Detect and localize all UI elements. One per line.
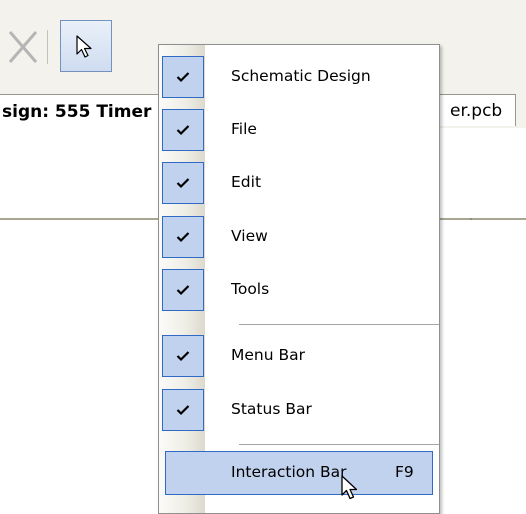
tab-schematic-label: sign: 555 Timer: [2, 102, 152, 122]
menu-item-label: Interaction Bar: [231, 463, 347, 481]
checkmark-icon: [176, 285, 190, 296]
check-box: [162, 162, 204, 204]
menu-item-label: Menu Bar: [231, 346, 305, 364]
pointer-select-icon: [76, 35, 92, 58]
shortcut-label: F9: [395, 463, 414, 481]
tab-pcb-label: er.pcb: [450, 101, 503, 121]
menu-item-status-bar[interactable]: Status Bar: [159, 386, 439, 434]
menu-item-label: File: [231, 120, 257, 138]
menu-item-view[interactable]: View: [159, 213, 439, 261]
menu-separator: [239, 324, 439, 325]
check-box: [162, 389, 204, 431]
menu-item-label: Schematic Design: [231, 67, 371, 85]
menu-item-label: Tools: [231, 280, 270, 298]
checkmark-icon: [176, 405, 190, 416]
check-box: [162, 56, 204, 98]
menu-item-file[interactable]: File: [159, 106, 439, 154]
tab-schematic-document[interactable]: sign: 555 Timer: [0, 94, 170, 128]
menu-separator: [239, 444, 439, 445]
menu-item-label: Status Bar: [231, 400, 312, 418]
menu-item-schematic-design[interactable]: Schematic Design: [159, 53, 439, 101]
toolbars-context-menu: Schematic Design File Edit View Tools Me…: [158, 44, 440, 514]
menu-item-edit[interactable]: Edit: [159, 159, 439, 207]
menu-item-label: View: [231, 227, 268, 245]
check-box: [162, 335, 204, 377]
checkmark-icon: [176, 232, 190, 243]
canvas-dot: [470, 218, 472, 220]
menu-item-interaction-bar[interactable]: Interaction Bar F9: [165, 451, 433, 495]
delete-x-icon[interactable]: [4, 26, 40, 66]
checkmark-icon: [176, 351, 190, 362]
checkmark-icon: [176, 178, 190, 189]
checkmark-icon: [176, 72, 190, 83]
menu-item-menu-bar[interactable]: Menu Bar: [159, 332, 439, 380]
check-box: [162, 109, 204, 151]
check-box: [162, 216, 204, 258]
menu-item-label: Edit: [231, 173, 262, 191]
pointer-select-button[interactable]: [60, 20, 112, 72]
checkmark-icon: [176, 125, 190, 136]
menu-item-tools[interactable]: Tools: [159, 266, 439, 314]
check-box: [162, 269, 204, 311]
toolbar-separator: [47, 30, 48, 64]
mouse-cursor-icon: [341, 475, 358, 500]
